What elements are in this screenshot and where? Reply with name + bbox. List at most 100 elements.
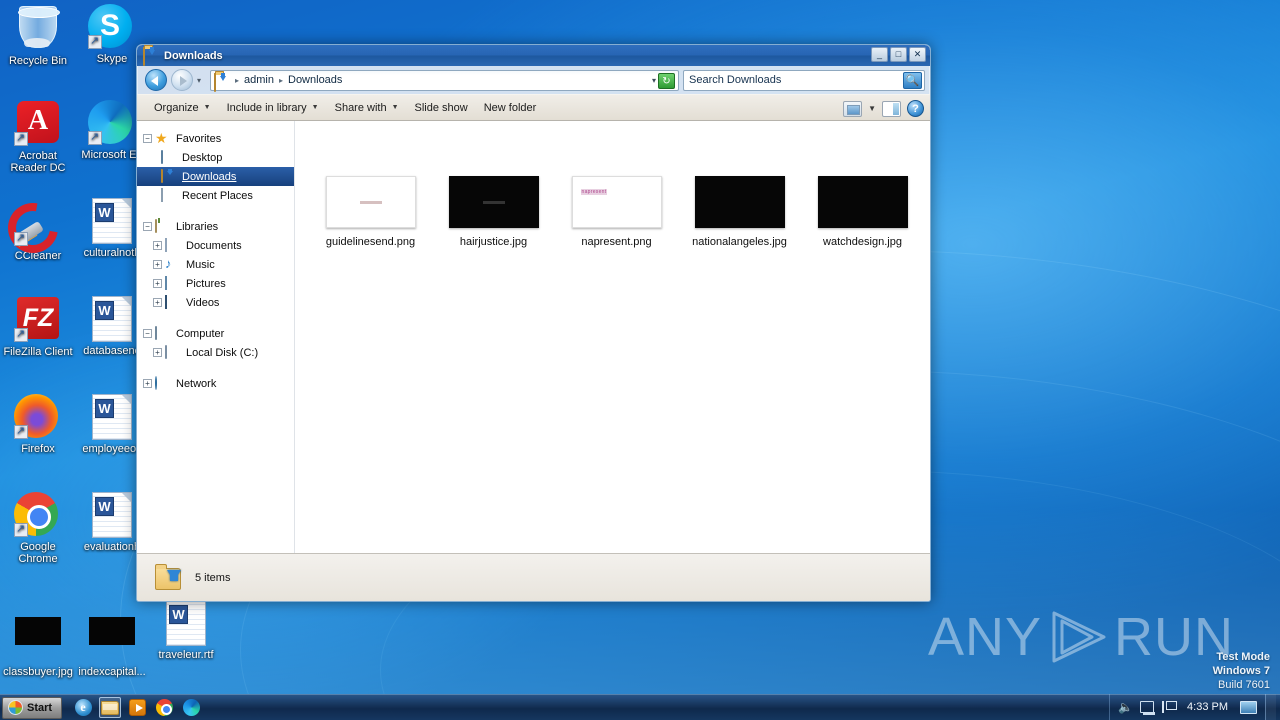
file-item[interactable]: watchdesign.jpg — [801, 166, 924, 253]
back-button[interactable] — [145, 69, 167, 91]
sidebar-item-local-disk-c[interactable]: + Local Disk (C:) — [137, 343, 294, 362]
toolbar-include-in-library-button[interactable]: Include in library ▼ — [220, 99, 326, 117]
shortcut-overlay-icon — [14, 328, 28, 342]
desktop-icon-indexcapital[interactable]: indexcapital... — [76, 608, 148, 678]
ccleaner-icon — [14, 201, 62, 247]
toolbar-organize-button[interactable]: Organize ▼ — [147, 99, 218, 117]
breadcrumb-downloads[interactable]: Downloads — [286, 74, 344, 86]
taskbar-microsoft-edge-icon[interactable] — [180, 697, 202, 718]
libraries-icon — [155, 218, 171, 234]
help-icon[interactable]: ? — [907, 100, 924, 117]
shortcut-overlay-icon — [14, 132, 28, 146]
sidebar-item-videos[interactable]: + Videos — [137, 293, 294, 312]
start-button[interactable]: Start — [2, 696, 63, 719]
maximize-button[interactable]: □ — [890, 47, 907, 62]
expand-expander-icon[interactable]: + — [153, 260, 162, 269]
expand-expander-icon[interactable]: + — [153, 241, 162, 250]
sidebar-item-favorites[interactable]: − ★ Favorites — [137, 129, 294, 148]
explorer-window[interactable]: Downloads _ □ ✕ ▾ ▸ admin ▸ Downloads ▾ … — [136, 44, 931, 602]
recent-locations-caret-icon[interactable]: ▾ — [197, 76, 206, 85]
desktop-icon-firefox[interactable]: Firefox — [2, 394, 74, 455]
navigation-pane[interactable]: − ★ Favorites Desktop Downloads Recent P… — [137, 121, 295, 553]
expand-expander-icon[interactable]: + — [153, 298, 162, 307]
display-tray-icon[interactable] — [1240, 700, 1257, 714]
file-item[interactable]: guidelinesend.png — [309, 166, 432, 253]
breadcrumb-separator-icon[interactable]: ▸ — [232, 76, 242, 85]
volume-icon[interactable]: 🔈 — [1118, 700, 1133, 714]
file-items-container: guidelinesend.png hairjustice.jpg napres… — [295, 121, 930, 253]
action-center-flag-icon[interactable] — [1162, 701, 1178, 713]
downloads-folder-icon — [155, 564, 185, 591]
taskbar-clock[interactable]: 4:33 PM — [1183, 701, 1232, 713]
file-item[interactable]: hairjustice.jpg — [432, 166, 555, 253]
toolbar-share-with-button[interactable]: Share with ▼ — [328, 99, 406, 117]
breadcrumb-admin[interactable]: admin — [242, 74, 276, 86]
chevron-down-icon[interactable]: ▾ — [652, 76, 656, 85]
sidebar-item-pictures[interactable]: + Pictures — [137, 274, 294, 293]
network-tray-icon[interactable] — [1140, 701, 1156, 715]
file-thumbnail — [817, 176, 908, 228]
thumbnail-wrap — [803, 170, 922, 228]
desktop-icon-label: Acrobat Reader DC — [10, 150, 66, 174]
desktop-icon-label: Firefox — [21, 443, 55, 455]
music-library-icon: ♪ — [165, 255, 172, 271]
sidebar-item-recent-places[interactable]: Recent Places — [137, 186, 294, 205]
chevron-down-icon[interactable]: ▼ — [868, 104, 876, 113]
desktop-icon-ccleaner[interactable]: CCleaner — [2, 198, 74, 262]
show-desktop-button[interactable] — [1265, 694, 1276, 720]
shortcut-overlay-icon — [14, 232, 28, 246]
desktop-icon-classbuyer[interactable]: classbuyer.jpg — [2, 608, 74, 678]
address-bar[interactable]: ▸ admin ▸ Downloads ▾ ↻ — [210, 69, 679, 92]
desktop-icon-acrobat-reader[interactable]: A Acrobat Reader DC — [2, 100, 74, 174]
preview-pane-icon[interactable] — [882, 100, 901, 117]
search-input[interactable]: Search Downloads 🔍 — [683, 69, 925, 91]
window-titlebar[interactable]: Downloads _ □ ✕ — [137, 45, 930, 66]
sidebar-item-desktop[interactable]: Desktop — [137, 148, 294, 167]
desktop-icon-google-chrome[interactable]: Google Chrome — [2, 492, 74, 565]
sidebar-item-label: Favorites — [176, 132, 222, 145]
start-button-label: Start — [27, 701, 53, 714]
toolbar-slide-show-button[interactable]: Slide show — [408, 99, 475, 117]
downloads-folder-icon — [214, 72, 229, 92]
file-thumbnail — [325, 176, 416, 228]
build-number-line: Build 7601 — [1218, 679, 1270, 691]
forward-button[interactable] — [171, 69, 193, 91]
minimize-button[interactable]: _ — [871, 47, 888, 62]
refresh-button[interactable]: ↻ — [658, 72, 675, 89]
sidebar-item-music[interactable]: + ♪ Music — [137, 255, 294, 274]
toolbar-new-folder-button[interactable]: New folder — [477, 99, 544, 117]
collapse-expander-icon[interactable]: − — [143, 222, 152, 231]
sidebar-item-downloads[interactable]: Downloads — [137, 167, 294, 186]
sidebar-item-libraries[interactable]: − Libraries — [137, 217, 294, 236]
taskbar-windows-explorer-icon[interactable] — [99, 697, 122, 718]
view-layout-icon[interactable] — [843, 100, 863, 117]
pictures-library-icon — [165, 275, 181, 291]
expand-expander-icon[interactable]: + — [143, 379, 152, 388]
taskbar[interactable]: Start e 🔈 4:33 PM — [0, 694, 1280, 720]
sidebar-item-network[interactable]: + Network — [137, 374, 294, 393]
chevron-down-icon: ▼ — [311, 104, 319, 111]
taskbar-google-chrome-icon[interactable] — [153, 697, 175, 718]
acrobat-reader-icon: A — [14, 101, 62, 147]
file-list-view[interactable]: guidelinesend.png hairjustice.jpg napres… — [295, 121, 930, 553]
window-controls: _ □ ✕ — [871, 47, 926, 62]
collapse-expander-icon[interactable]: − — [143, 329, 152, 338]
file-item[interactable]: napresent napresent.png — [555, 166, 678, 253]
collapse-expander-icon[interactable]: − — [143, 134, 152, 143]
expand-expander-icon[interactable]: + — [153, 348, 162, 357]
file-item[interactable]: nationalangeles.jpg — [678, 166, 801, 253]
desktop-icon-recycle-bin[interactable]: Recycle Bin — [2, 4, 74, 67]
sidebar-item-documents[interactable]: + Documents — [137, 236, 294, 255]
toolbar-label: Organize — [154, 101, 199, 114]
search-icon[interactable]: 🔍 — [903, 71, 922, 89]
sidebar-item-computer[interactable]: − Computer — [137, 324, 294, 343]
desktop-icon-label: indexcapital... — [78, 666, 146, 678]
taskbar-internet-explorer-icon[interactable]: e — [72, 697, 94, 718]
breadcrumb-separator-icon[interactable]: ▸ — [276, 76, 286, 85]
desktop-icon-filezilla[interactable]: FZ FileZilla Client — [2, 296, 74, 358]
desktop-icon-traveleur[interactable]: traveleur.rtf — [150, 600, 222, 661]
close-button[interactable]: ✕ — [909, 47, 926, 62]
expand-expander-icon[interactable]: + — [153, 279, 162, 288]
word-document-icon — [88, 394, 136, 440]
taskbar-windows-media-player-icon[interactable] — [126, 697, 148, 718]
